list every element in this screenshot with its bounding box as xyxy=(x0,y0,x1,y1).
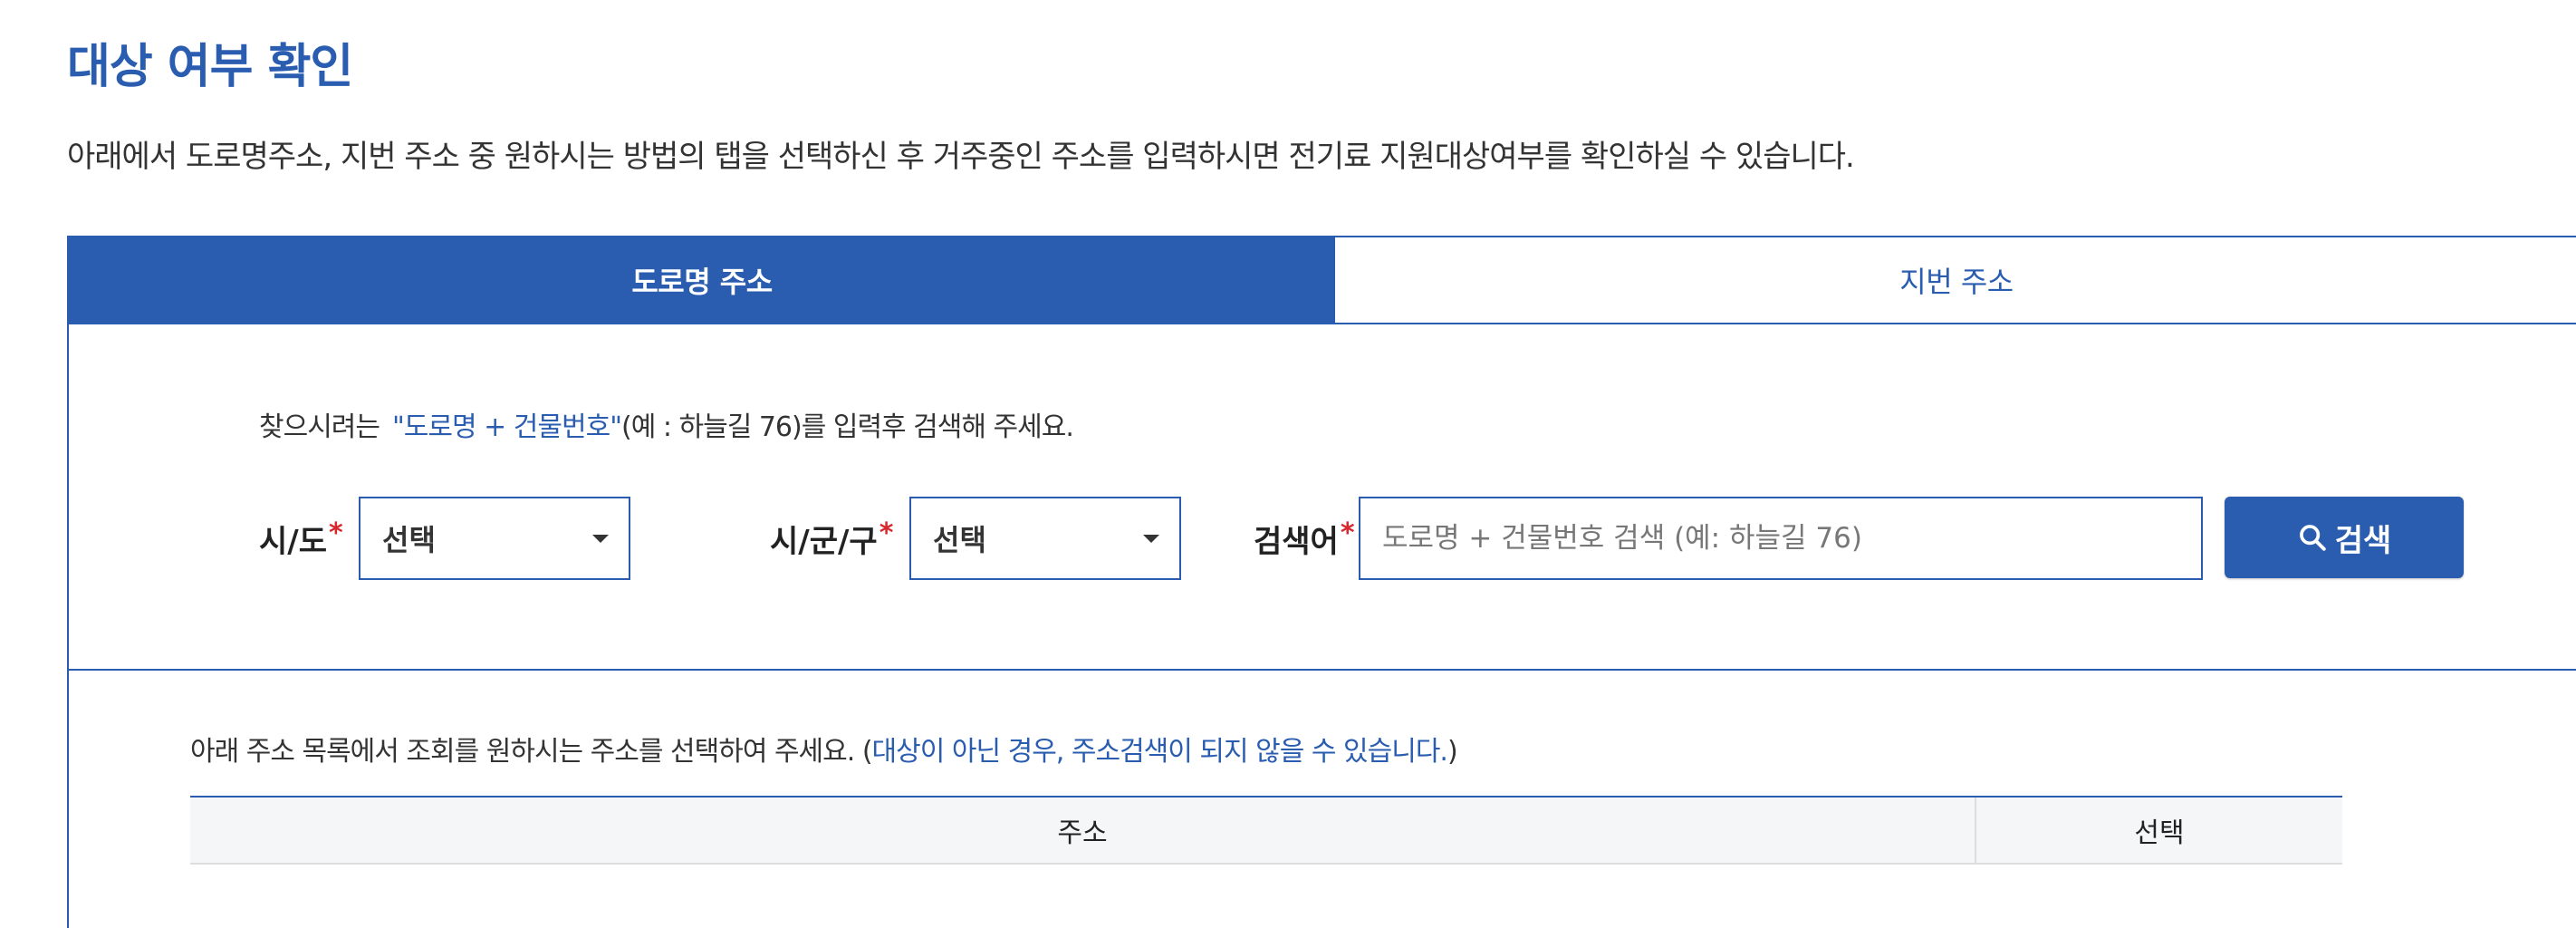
page-title: 대상 여부 확인 xyxy=(67,40,353,94)
search-guide-suffix: (예 : 하늘길 76)를 입력후 검색해 주세요. xyxy=(621,411,1074,443)
sigungu-select[interactable]: 선택 xyxy=(909,497,1181,580)
tab-lot-address[interactable]: 지번 주소 xyxy=(1335,237,2576,323)
sido-label: 시/도 * xyxy=(259,497,343,580)
result-guide-text: 아래 주소 목록에서 조회를 원하시는 주소를 선택하여 주세요. ( xyxy=(190,736,873,768)
result-guide-highlight: 대상이 아닌 경우, 주소검색이 되지 않을 수 있습니다. xyxy=(871,736,1448,768)
result-guide: 아래 주소 목록에서 조회를 원하시는 주소를 선택하여 주세요. (대상이 아… xyxy=(190,730,1458,774)
search-guide-prefix: 찾으시려는 xyxy=(259,411,380,443)
sigungu-label: 시/군/구 * xyxy=(770,497,893,580)
keyword-input[interactable] xyxy=(1359,497,2203,580)
required-mark: * xyxy=(1340,517,1355,549)
sido-select[interactable]: 선택 xyxy=(359,497,630,580)
required-mark: * xyxy=(879,517,894,549)
required-mark: * xyxy=(328,517,343,549)
tab-road-address[interactable]: 도로명 주소 xyxy=(69,237,1335,323)
page: 대상 여부 확인 아래에서 도로명주소, 지번 주소 중 원하시는 방법의 탭을… xyxy=(0,0,2576,928)
search-guide: 찾으시려는 "도로명 + 건물번호"(예 : 하늘길 76)를 입력후 검색해 주… xyxy=(259,406,1074,450)
keyword-label-text: 검색어 xyxy=(1254,523,1339,560)
search-guide-highlight: "도로명 + 건물번호" xyxy=(392,411,622,443)
search-icon xyxy=(2299,525,2326,551)
sigungu-select-value: 선택 xyxy=(933,523,986,557)
table-header-row: 주소 선택 xyxy=(190,796,2342,865)
column-header-address: 주소 xyxy=(190,796,1975,865)
sigungu-label-text: 시/군/구 xyxy=(770,523,878,560)
section-divider xyxy=(69,669,2576,671)
caret-down-icon xyxy=(592,535,609,543)
result-guide-close: ) xyxy=(1447,736,1458,768)
search-button-label: 검색 xyxy=(2334,522,2392,559)
address-type-tabs: 도로명 주소 지번 주소 xyxy=(69,236,2576,324)
search-form: 시/도* 선택 시/군/구* 선택 검색어* 검색 xyxy=(259,497,2464,580)
caret-down-icon xyxy=(1143,535,1159,543)
column-header-select: 선택 xyxy=(1975,796,2342,865)
sido-select-value: 선택 xyxy=(382,523,436,557)
sido-label-text: 시/도 xyxy=(259,523,327,560)
address-result-table: 주소 선택 xyxy=(190,796,2342,865)
search-button[interactable]: 검색 xyxy=(2225,497,2464,578)
keyword-label: 검색어 * xyxy=(1254,497,1355,580)
page-description: 아래에서 도로명주소, 지번 주소 중 원하시는 방법의 탭을 선택하신 후 거… xyxy=(67,139,1855,175)
